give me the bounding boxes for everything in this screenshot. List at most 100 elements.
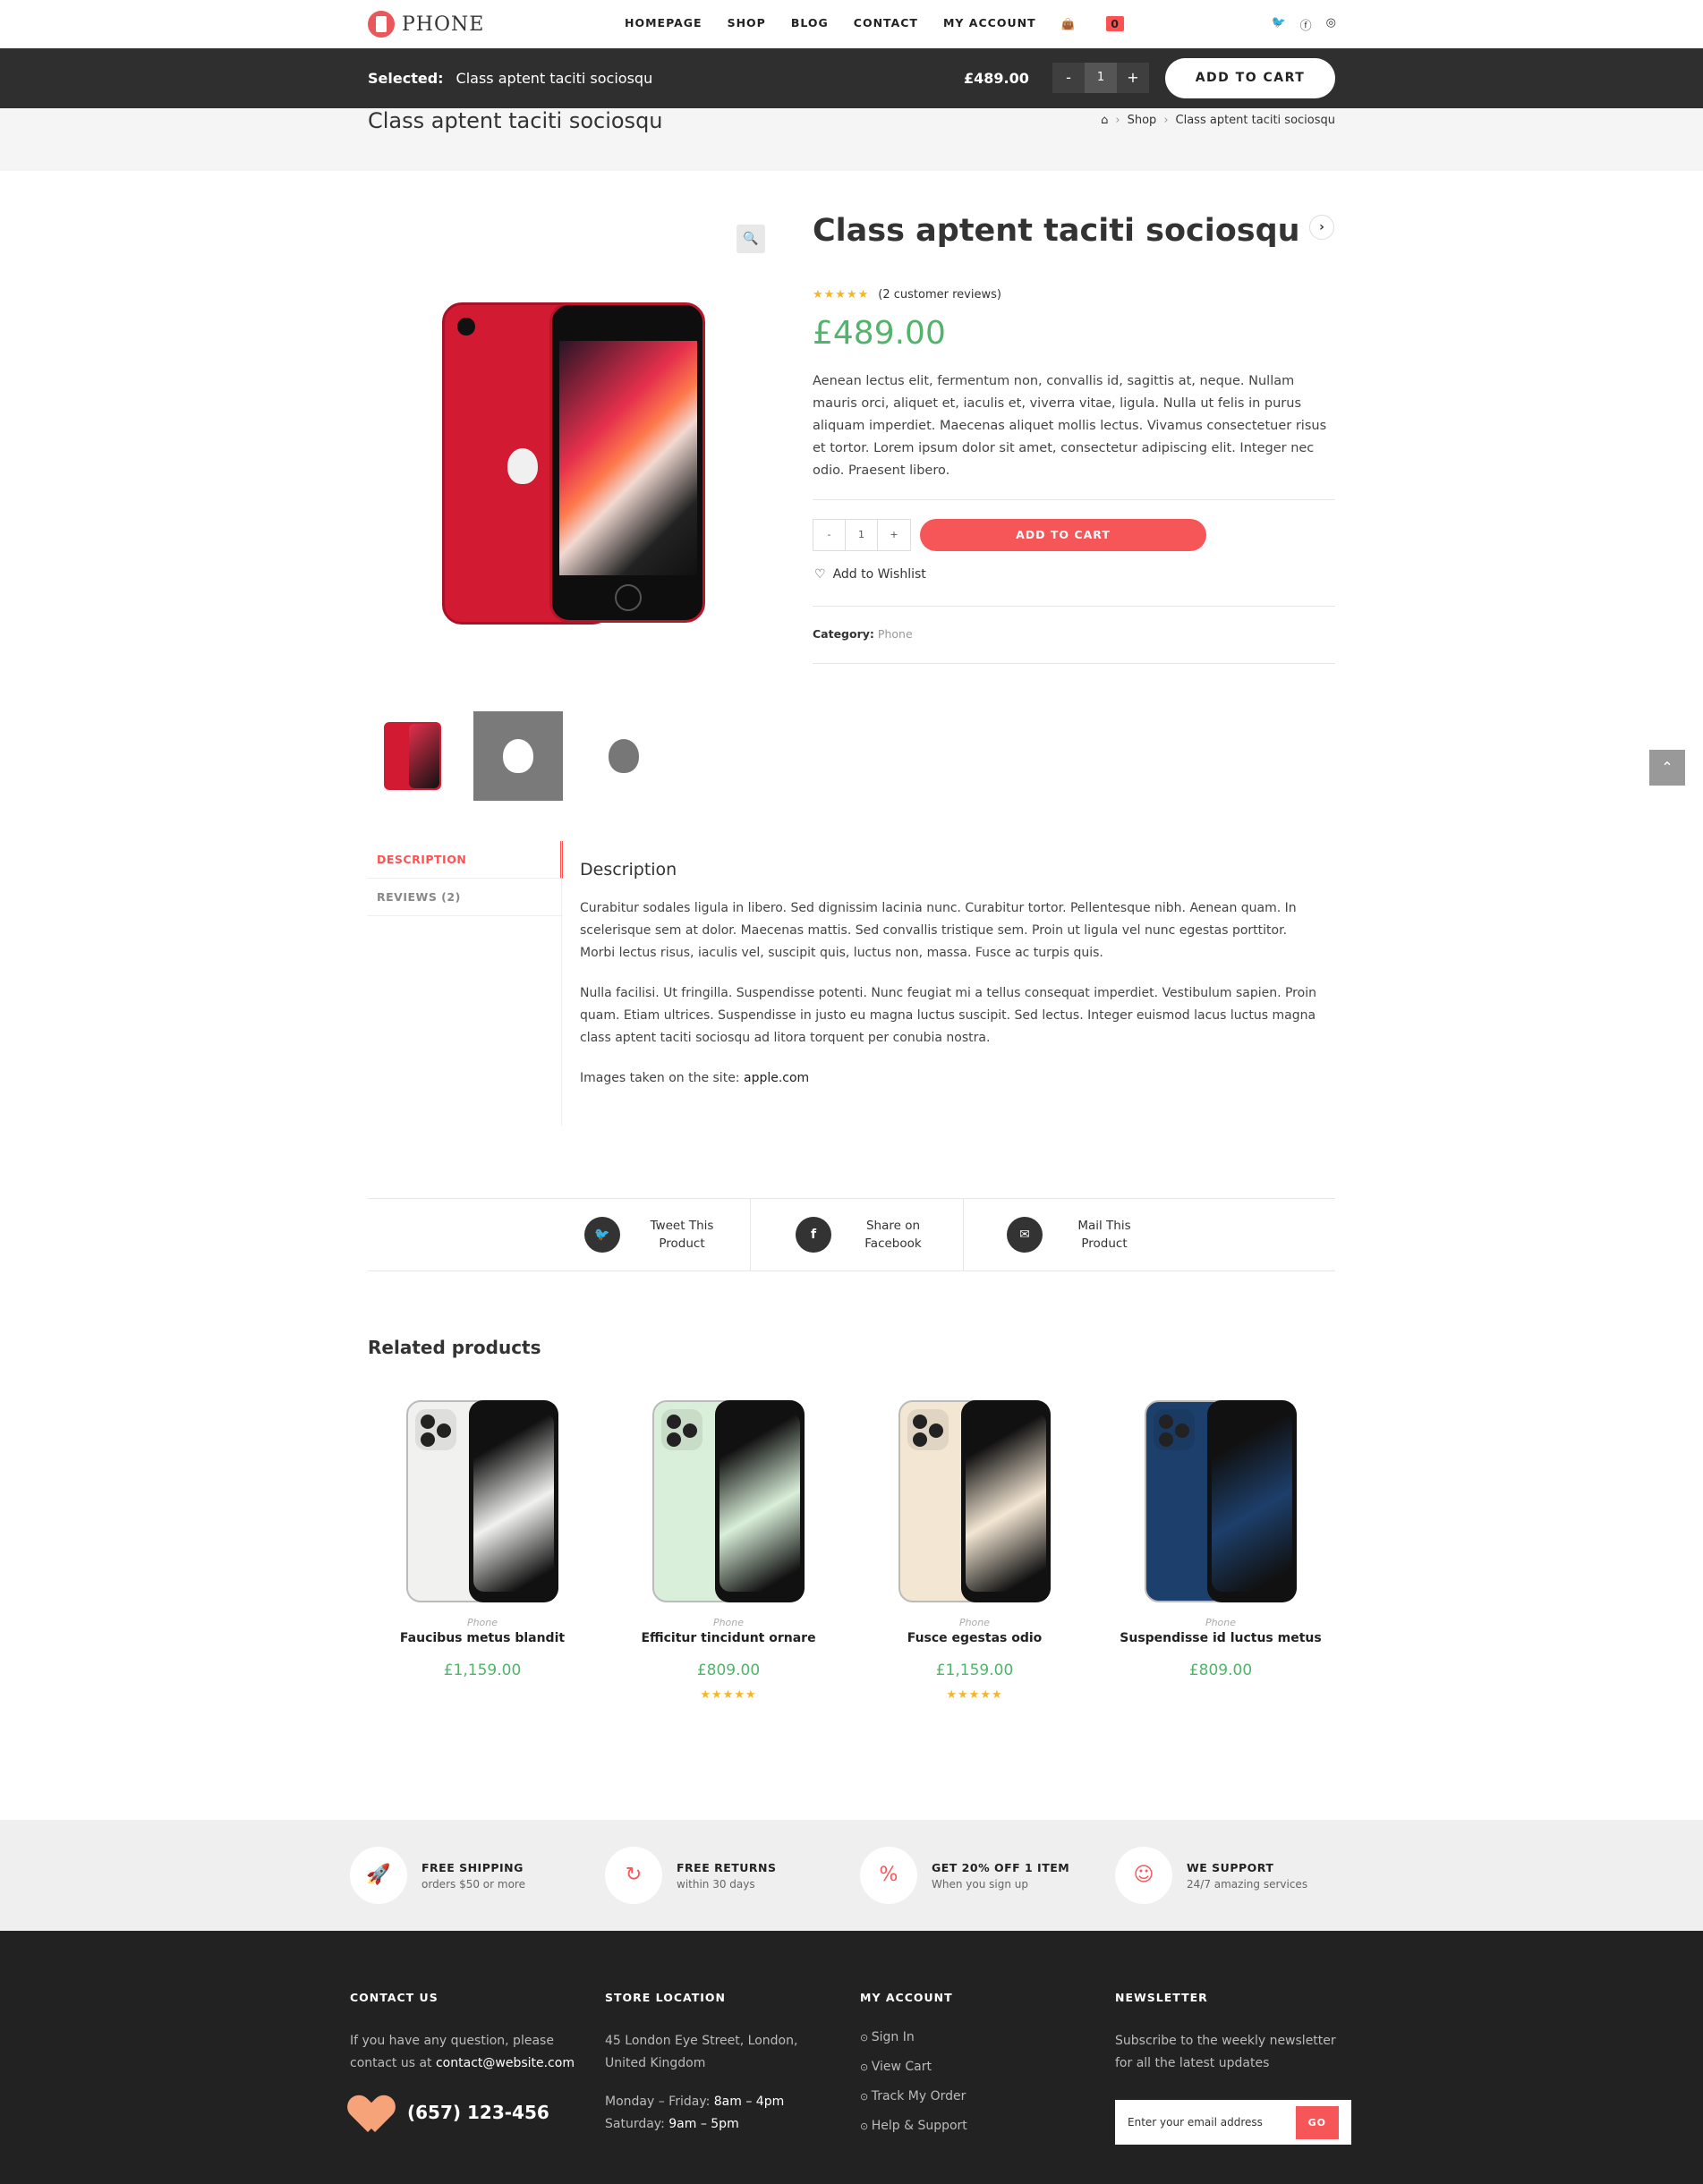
related-product-price: £809.00 — [1188, 1661, 1253, 1679]
site-logo[interactable]: PHONE — [368, 11, 484, 38]
mail-product-button[interactable]: ✉ Mail This Product — [963, 1199, 1145, 1270]
related-product-card[interactable]: Phone Fusce egestas odio £1,159.00 ★★★★★ — [863, 1400, 1086, 1702]
sticky-quantity-stepper: - 1 + — [1052, 63, 1149, 93]
add-to-cart-button[interactable]: ADD TO CART — [920, 519, 1206, 551]
sticky-selected: Selected: Class aptent taciti sociosqu — [368, 70, 652, 87]
related-product-category[interactable]: Phone — [863, 1617, 1086, 1628]
logo-text: PHONE — [402, 13, 485, 36]
add-to-wishlist-link[interactable]: ♡ Add to Wishlist — [814, 567, 926, 582]
rating-stars: ★★★★★ — [813, 288, 870, 302]
phone-number[interactable]: (657) 123-456 — [407, 2102, 549, 2124]
related-product-card[interactable]: Phone Efficitur tincidunt ornare £809.00 ★★… — [617, 1400, 840, 1702]
share-facebook-button[interactable]: f Share on Facebook — [750, 1199, 933, 1270]
social-links: 🐦 ⓕ ◎ — [1271, 16, 1336, 33]
nav-my-account[interactable]: MY ACCOUNT — [943, 16, 1036, 31]
tab-reviews[interactable]: REVIEWS (2) — [368, 879, 563, 916]
sticky-selected-label: Selected: — [368, 70, 444, 87]
cart-count-badge: 0 — [1106, 16, 1124, 31]
mail-icon: ✉ — [1007, 1217, 1043, 1253]
related-product-rating-stars: ★★★★★ — [946, 1688, 1003, 1702]
related-product-image[interactable] — [898, 1400, 1051, 1606]
breadcrumb-separator: › — [1115, 114, 1120, 127]
sticky-add-to-cart-bar: Selected: Class aptent taciti sociosqu £4… — [0, 48, 1703, 108]
tweet-label: Tweet This Product — [650, 1219, 714, 1251]
footer-link-view-cart[interactable]: View Cart — [860, 2052, 1057, 2082]
home-icon[interactable]: ⌂ — [1101, 114, 1108, 127]
sticky-add-to-cart-button[interactable]: ADD TO CART — [1165, 58, 1335, 98]
apple-logo-icon — [609, 739, 639, 773]
store-hours-weekday: Monday – Friday: 8am – 4pm — [605, 2091, 838, 2113]
apple-logo-icon — [503, 739, 533, 773]
returns-icon: ↻ — [605, 1847, 662, 1904]
related-product-category[interactable]: Phone — [1109, 1617, 1333, 1628]
feature-title: GET 20% OFF 1 ITEM — [932, 1860, 1070, 1874]
gallery-thumbnail-3[interactable] — [579, 711, 668, 801]
related-product-price: £1,159.00 — [443, 1661, 522, 1679]
apple-link[interactable]: apple.com — [744, 1071, 809, 1085]
gallery-thumbnail-1[interactable] — [368, 711, 457, 801]
related-product-name[interactable]: Fusce egestas odio — [863, 1631, 1086, 1645]
footer-link-help-support[interactable]: Help & Support — [860, 2112, 1057, 2141]
scroll-to-top-button[interactable]: ⌃ — [1649, 750, 1685, 786]
facebook-icon[interactable]: ⓕ — [1300, 16, 1312, 33]
footer-contact-text: If you have any question, please contact… — [350, 2030, 583, 2075]
description-heading: Description — [580, 860, 677, 880]
feature-title: FREE SHIPPING — [421, 1860, 524, 1874]
category-link[interactable]: Phone — [878, 627, 913, 641]
customer-reviews-link[interactable]: (2 customer reviews) — [878, 288, 1001, 302]
next-product-chevron-icon[interactable]: › — [1309, 215, 1334, 240]
product-price: £489.00 — [813, 315, 946, 352]
newsletter-email-input[interactable]: Enter your email address — [1128, 2112, 1296, 2134]
nav-shop[interactable]: SHOP — [728, 16, 766, 31]
tab-description[interactable]: DESCRIPTION — [368, 841, 563, 879]
related-product-image[interactable] — [1145, 1400, 1297, 1606]
gallery-thumbnail-2[interactable] — [473, 711, 563, 801]
site-footer: CONTACT US If you have any question, ple… — [0, 1931, 1703, 2184]
heart-hands-icon — [350, 2093, 393, 2132]
feature-item: % GET 20% OFF 1 ITEM When you sign up — [860, 1847, 1069, 1904]
nav-homepage[interactable]: HOMEPAGE — [625, 16, 702, 31]
qty-plus-button[interactable]: + — [878, 520, 910, 550]
related-product-card[interactable]: Phone Suspendisse id luctus metus £809.00 — [1109, 1400, 1333, 1679]
related-product-category[interactable]: Phone — [617, 1617, 840, 1628]
instagram-icon[interactable]: ◎ — [1326, 16, 1336, 33]
related-product-name[interactable]: Efficitur tincidunt ornare — [617, 1631, 840, 1645]
breadcrumb-separator: › — [1163, 114, 1169, 127]
sticky-qty-minus-button[interactable]: - — [1052, 63, 1085, 93]
cart-link[interactable]: 👜 0 — [1061, 16, 1149, 31]
related-product-name[interactable]: Suspendisse id luctus metus — [1109, 1631, 1333, 1645]
product-rating: ★★★★★ (2 customer reviews) — [813, 288, 1001, 302]
related-product-category[interactable]: Phone — [370, 1617, 594, 1628]
footer-link-track-order[interactable]: Track My Order — [860, 2082, 1057, 2112]
twitter-icon[interactable]: 🐦 — [1271, 16, 1285, 33]
sticky-qty-plus-button[interactable]: + — [1117, 63, 1149, 93]
rocket-icon: 🚀 — [350, 1847, 407, 1904]
related-product-name[interactable]: Faucibus metus blandit — [370, 1631, 594, 1645]
feature-subtitle: When you sign up — [932, 1877, 1028, 1891]
weekday-hours: 8am – 4pm — [713, 2095, 785, 2109]
qty-input[interactable]: 1 — [846, 520, 878, 550]
page-title: Class aptent taciti sociosqu — [368, 108, 663, 133]
zoom-search-icon[interactable]: 🔍 — [737, 225, 765, 253]
footer-phone: (657) 123-456 — [350, 2093, 583, 2132]
newsletter-text: Subscribe to the weekly newsletter for a… — [1115, 2034, 1336, 2070]
newsletter-go-button[interactable]: GO — [1295, 2105, 1339, 2139]
nav-blog[interactable]: BLOG — [791, 16, 829, 31]
saturday-hours: 9am – 5pm — [668, 2117, 739, 2131]
tweet-product-button[interactable]: 🐦 Tweet This Product — [584, 1199, 722, 1270]
breadcrumb-shop[interactable]: Shop — [1128, 114, 1157, 127]
contact-email-link[interactable]: contact@website.com — [436, 2056, 575, 2070]
qty-minus-button[interactable]: - — [813, 520, 846, 550]
feature-title: WE SUPPORT — [1187, 1860, 1274, 1874]
related-product-card[interactable]: Phone Faucibus metus blandit £1,159.00 — [370, 1400, 594, 1679]
footer-link-sign-in[interactable]: Sign In — [860, 2023, 1057, 2052]
related-product-image[interactable] — [652, 1400, 805, 1606]
breadcrumb-current: Class aptent taciti sociosqu — [1175, 114, 1335, 127]
sticky-qty-input[interactable]: 1 — [1085, 63, 1117, 93]
footer-account-heading: MY ACCOUNT — [860, 1991, 953, 2004]
footer-newsletter: NEWSLETTER Subscribe to the weekly newsl… — [1115, 1986, 1357, 2145]
related-products-heading: Related products — [368, 1337, 541, 1358]
nav-contact[interactable]: CONTACT — [854, 16, 918, 31]
footer-contact-heading: CONTACT US — [350, 1991, 439, 2004]
related-product-image[interactable] — [406, 1400, 558, 1606]
